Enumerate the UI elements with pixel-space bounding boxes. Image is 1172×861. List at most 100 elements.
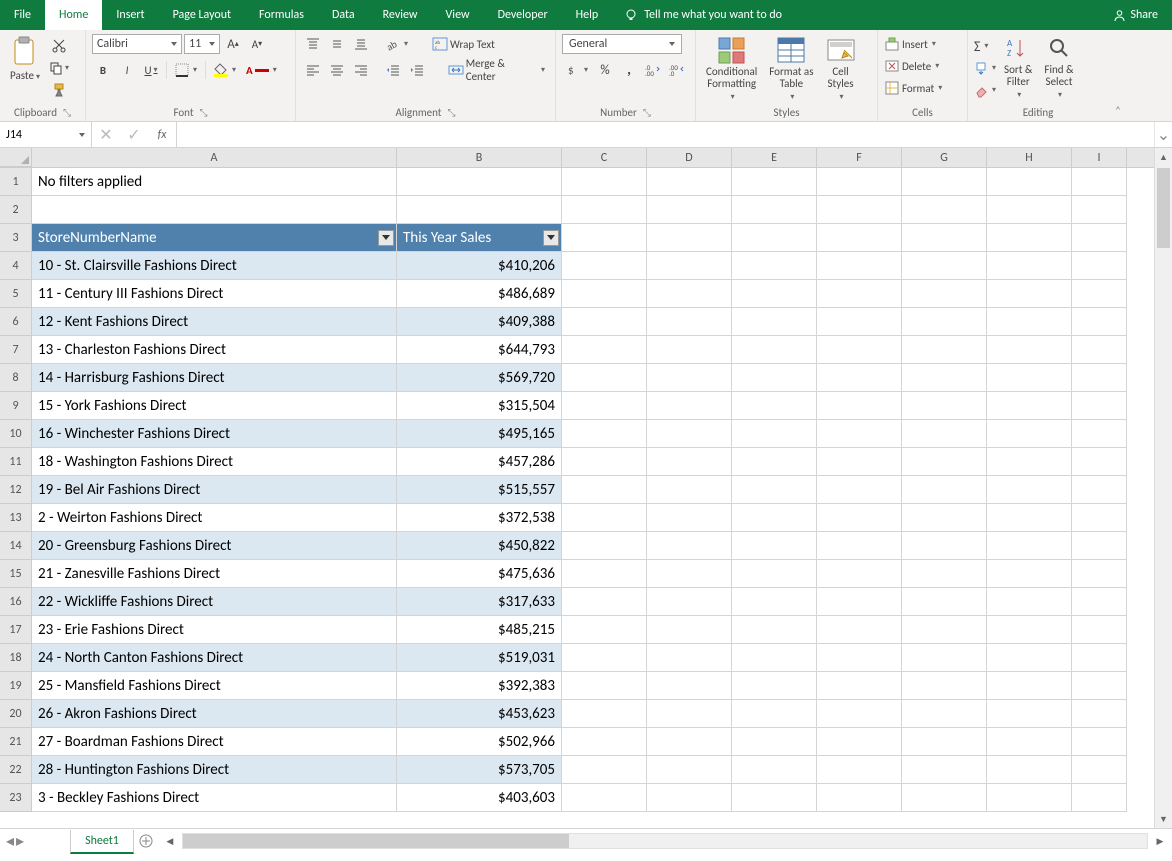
- cell[interactable]: [732, 476, 817, 504]
- cell[interactable]: [732, 168, 817, 196]
- row-header-13[interactable]: 13: [0, 504, 32, 532]
- align-bottom-button[interactable]: [350, 34, 372, 54]
- cell[interactable]: [1072, 196, 1127, 224]
- filter-button[interactable]: [543, 230, 559, 246]
- paste-button[interactable]: Paste▾: [6, 34, 44, 84]
- tab-data[interactable]: Data: [318, 0, 369, 30]
- cell[interactable]: [817, 168, 902, 196]
- row-header-11[interactable]: 11: [0, 448, 32, 476]
- cell[interactable]: [647, 196, 732, 224]
- borders-button[interactable]: ▾: [171, 60, 201, 80]
- cell[interactable]: [987, 392, 1072, 420]
- cell[interactable]: [647, 532, 732, 560]
- font-color-button[interactable]: A▾: [242, 60, 281, 80]
- cell[interactable]: [647, 756, 732, 784]
- cell[interactable]: 20 - Greensburg Fashions Direct: [32, 532, 397, 560]
- align-right-button[interactable]: [350, 60, 372, 80]
- cell[interactable]: [732, 784, 817, 812]
- cell[interactable]: [647, 280, 732, 308]
- cell[interactable]: [732, 672, 817, 700]
- cell[interactable]: [732, 280, 817, 308]
- cell[interactable]: $569,720: [397, 364, 562, 392]
- enter-formula-button[interactable]: ✓: [120, 125, 148, 145]
- cell[interactable]: [902, 644, 987, 672]
- cell[interactable]: [1072, 476, 1127, 504]
- cell[interactable]: [562, 196, 647, 224]
- cell[interactable]: [817, 252, 902, 280]
- format-as-table-button[interactable]: Format as Table▾: [765, 34, 817, 104]
- row-header-7[interactable]: 7: [0, 336, 32, 364]
- cell[interactable]: [732, 616, 817, 644]
- cell[interactable]: [562, 448, 647, 476]
- row-header-19[interactable]: 19: [0, 672, 32, 700]
- cell[interactable]: [902, 308, 987, 336]
- tab-insert[interactable]: Insert: [102, 0, 158, 30]
- row-header-16[interactable]: 16: [0, 588, 32, 616]
- cell[interactable]: [647, 560, 732, 588]
- tab-review[interactable]: Review: [369, 0, 432, 30]
- tab-formulas[interactable]: Formulas: [245, 0, 318, 30]
- cell[interactable]: [732, 644, 817, 672]
- cell[interactable]: [1072, 392, 1127, 420]
- percent-button[interactable]: %: [594, 60, 616, 80]
- cell[interactable]: $475,636: [397, 560, 562, 588]
- tab-home[interactable]: Home: [45, 0, 102, 30]
- cell[interactable]: $515,557: [397, 476, 562, 504]
- decrease-indent-button[interactable]: [382, 60, 404, 80]
- cell[interactable]: [732, 756, 817, 784]
- cell[interactable]: [647, 728, 732, 756]
- cell[interactable]: [562, 420, 647, 448]
- cell[interactable]: [647, 336, 732, 364]
- cell[interactable]: $457,286: [397, 448, 562, 476]
- formula-input[interactable]: [177, 122, 1154, 147]
- cell[interactable]: [902, 252, 987, 280]
- cell[interactable]: 24 - North Canton Fashions Direct: [32, 644, 397, 672]
- number-dialog-launcher[interactable]: ⤡: [643, 106, 651, 119]
- cell[interactable]: $409,388: [397, 308, 562, 336]
- name-box[interactable]: J14: [0, 122, 92, 147]
- cell[interactable]: [987, 476, 1072, 504]
- cell[interactable]: [817, 560, 902, 588]
- comma-button[interactable]: ,: [618, 60, 640, 80]
- cell[interactable]: [562, 364, 647, 392]
- cell[interactable]: [817, 588, 902, 616]
- tab-view[interactable]: View: [432, 0, 484, 30]
- cell[interactable]: [987, 252, 1072, 280]
- tab-developer[interactable]: Developer: [484, 0, 562, 30]
- row-header-10[interactable]: 10: [0, 420, 32, 448]
- cell[interactable]: [647, 168, 732, 196]
- cell[interactable]: 12 - Kent Fashions Direct: [32, 308, 397, 336]
- cell[interactable]: [987, 728, 1072, 756]
- cell[interactable]: [902, 756, 987, 784]
- cell[interactable]: [647, 420, 732, 448]
- cell[interactable]: [647, 672, 732, 700]
- cell[interactable]: [647, 700, 732, 728]
- cell[interactable]: [647, 476, 732, 504]
- cell[interactable]: [902, 616, 987, 644]
- cell[interactable]: [902, 588, 987, 616]
- scroll-right-button[interactable]: ▶: [1152, 833, 1168, 849]
- cell[interactable]: No filters applied: [32, 168, 397, 196]
- cell[interactable]: [1072, 280, 1127, 308]
- cancel-formula-button[interactable]: ✕: [92, 125, 120, 145]
- cell[interactable]: [732, 392, 817, 420]
- cell[interactable]: [987, 224, 1072, 252]
- cell[interactable]: [647, 504, 732, 532]
- row-header-5[interactable]: 5: [0, 280, 32, 308]
- cell[interactable]: [817, 672, 902, 700]
- cell[interactable]: [817, 476, 902, 504]
- cell[interactable]: [1072, 700, 1127, 728]
- cell[interactable]: [902, 420, 987, 448]
- cell[interactable]: [562, 280, 647, 308]
- cell[interactable]: [562, 588, 647, 616]
- cell[interactable]: 19 - Bel Air Fashions Direct: [32, 476, 397, 504]
- cell[interactable]: [987, 308, 1072, 336]
- cell[interactable]: $486,689: [397, 280, 562, 308]
- cell[interactable]: 25 - Mansfield Fashions Direct: [32, 672, 397, 700]
- format-painter-button[interactable]: [48, 80, 70, 100]
- wrap-text-button[interactable]: abc Wrap Text: [428, 34, 499, 54]
- column-header-I[interactable]: I: [1072, 148, 1127, 167]
- sheet-tab-sheet1[interactable]: Sheet1: [70, 830, 134, 854]
- clear-button[interactable]: ▾: [974, 80, 996, 100]
- bold-button[interactable]: B: [92, 60, 114, 80]
